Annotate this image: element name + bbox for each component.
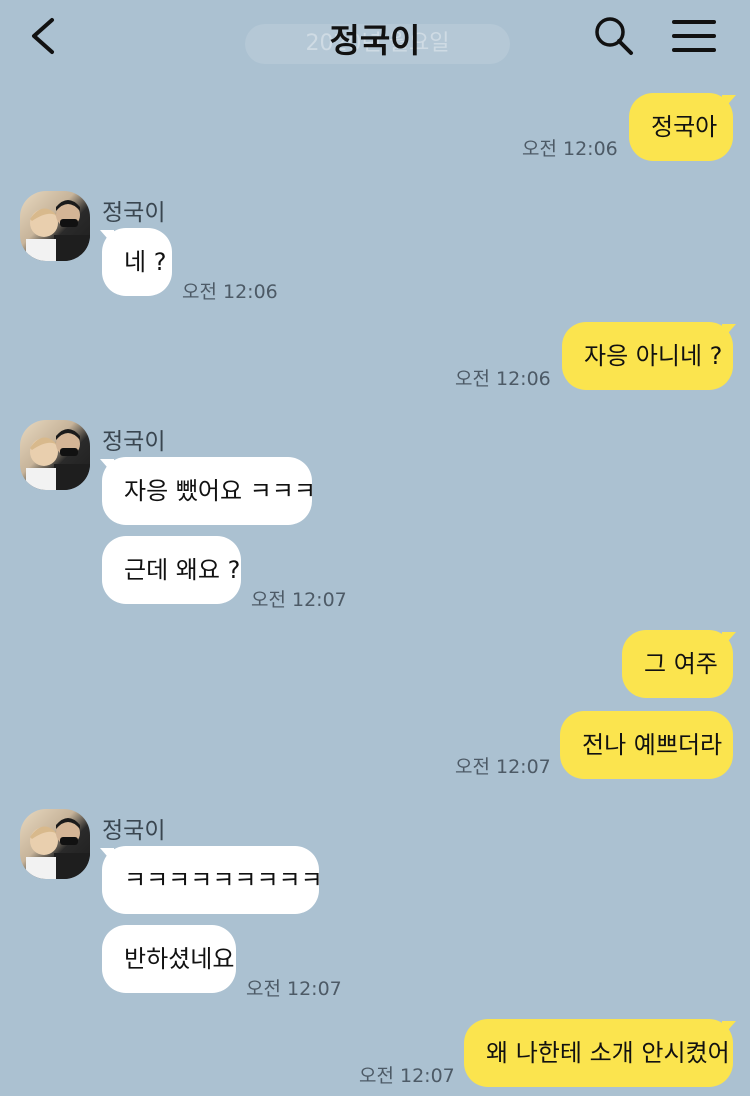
- chat-title: 정국이: [329, 21, 421, 60]
- my-message-bubble[interactable]: 전나 예쁘더라: [560, 711, 733, 779]
- avatar[interactable]: [20, 809, 90, 879]
- message-time: 오전 12:07: [246, 978, 342, 1000]
- my-message-bubble[interactable]: 자응 아니네 ?: [562, 322, 733, 390]
- profile-photo-icon: [26, 818, 90, 879]
- message-time: 오전 12:07: [359, 1065, 455, 1087]
- their-message-bubble[interactable]: 네 ?: [102, 228, 172, 296]
- profile-photo-icon: [26, 429, 90, 490]
- their-message-bubble[interactable]: 반하셨네요: [102, 925, 236, 993]
- message-time: 오전 12:07: [455, 756, 551, 778]
- sender-name: 정국이: [102, 818, 166, 844]
- profile-photo-icon: [26, 200, 90, 261]
- their-message-bubble[interactable]: 자응 뺐어요 ㅋㅋㅋ: [102, 457, 316, 525]
- my-message-bubble[interactable]: 왜 나한테 소개 안시켰어: [464, 1019, 733, 1087]
- message-time: 오전 12:06: [182, 281, 278, 303]
- message-time: 오전 12:06: [522, 138, 618, 160]
- avatar[interactable]: [20, 420, 90, 490]
- their-message-bubble[interactable]: 근데 왜요 ?: [102, 536, 241, 604]
- chat-header: 2020년 월요일 정국이: [0, 0, 750, 80]
- search-button[interactable]: [592, 14, 636, 58]
- sender-name: 정국이: [102, 429, 166, 455]
- sender-name: 정국이: [102, 200, 166, 226]
- their-message-bubble[interactable]: ㅋㅋㅋㅋㅋㅋㅋㅋㅋ: [102, 846, 323, 914]
- message-time: 오전 12:06: [455, 368, 551, 390]
- message-time: 오전 12:07: [251, 589, 347, 611]
- hamburger-menu-icon: [672, 20, 716, 52]
- avatar[interactable]: [20, 191, 90, 261]
- search-icon: [595, 17, 633, 55]
- my-message-bubble[interactable]: 정국아: [629, 93, 733, 161]
- menu-button[interactable]: [670, 14, 718, 58]
- my-message-bubble[interactable]: 그 여주: [622, 630, 733, 698]
